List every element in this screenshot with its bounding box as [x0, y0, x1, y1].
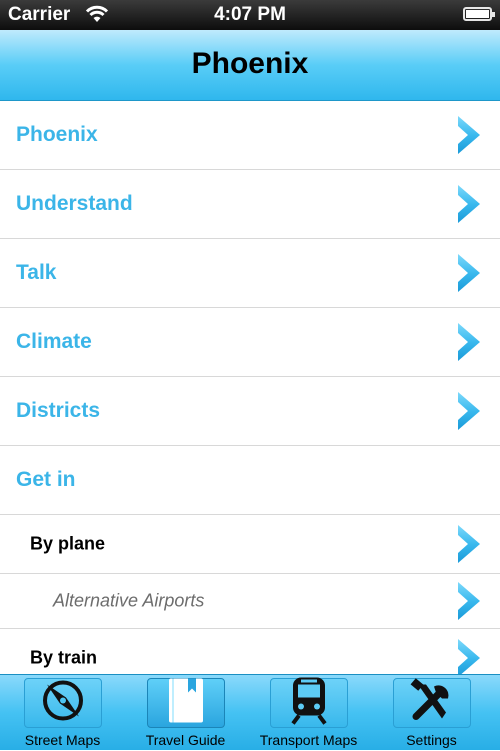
- tab-transport-maps[interactable]: Transport Maps: [246, 675, 371, 751]
- list-item[interactable]: Understand: [0, 170, 500, 239]
- tools-icon: [408, 677, 456, 730]
- table-of-contents-list[interactable]: Phoenix Understand Talk Climate Districts Get…: [0, 101, 500, 674]
- list-item[interactable]: Talk: [0, 239, 500, 308]
- chevron-right-icon[interactable]: [454, 183, 484, 225]
- list-item-label: Districts: [16, 399, 101, 422]
- list-item[interactable]: Alternative Airports: [0, 574, 500, 629]
- list-item[interactable]: By train: [0, 629, 500, 674]
- chevron-right-icon[interactable]: [454, 114, 484, 156]
- list-item-label: Talk: [16, 261, 57, 284]
- compass-icon: [39, 677, 87, 730]
- chevron-right-icon[interactable]: [454, 580, 484, 622]
- tab-icon-box: [147, 678, 225, 728]
- chevron-right-icon[interactable]: [454, 637, 484, 674]
- tab-label: Travel Guide: [145, 732, 226, 748]
- clock: 4:07 PM: [214, 4, 286, 25]
- status-bar: Carrier 4:07 PM: [0, 0, 500, 30]
- tab-settings[interactable]: Settings: [369, 675, 494, 751]
- list-item[interactable]: Climate: [0, 308, 500, 377]
- tab-icon-box: [24, 678, 102, 728]
- tab-label: Street Maps: [24, 732, 101, 748]
- list-item-label: By plane: [30, 533, 106, 554]
- list-item-label: Understand: [16, 192, 133, 215]
- tab-travel-guide[interactable]: Travel Guide: [123, 675, 248, 751]
- tab-label: Transport Maps: [259, 732, 358, 748]
- list-item-label: Climate: [16, 330, 92, 353]
- list-item-label: Alternative Airports: [53, 590, 205, 611]
- chevron-right-icon[interactable]: [454, 321, 484, 363]
- list-item-label: By train: [30, 647, 98, 668]
- tab-icon-box: [393, 678, 471, 728]
- list-item-label: Phoenix: [16, 123, 98, 146]
- battery-icon: [463, 7, 495, 21]
- chevron-right-icon[interactable]: [454, 252, 484, 294]
- list-item[interactable]: By plane: [0, 515, 500, 574]
- chevron-right-icon[interactable]: [454, 390, 484, 432]
- navigation-bar: Phoenix: [0, 30, 500, 101]
- list-item[interactable]: Districts: [0, 377, 500, 446]
- tab-icon-box: [270, 676, 348, 731]
- list-item-label: Get in: [16, 468, 76, 491]
- tab-label: Settings: [406, 732, 457, 748]
- chevron-right-icon[interactable]: [454, 523, 484, 565]
- list-item[interactable]: Phoenix: [0, 101, 500, 170]
- tab-street-maps[interactable]: Street Maps: [0, 675, 125, 751]
- page-title: Phoenix: [191, 47, 309, 80]
- list-item[interactable]: Get in: [0, 446, 500, 515]
- book-icon: [166, 677, 206, 730]
- tab-bar: Street Maps Travel Guide Transport Maps Set…: [0, 674, 500, 750]
- train-icon: [287, 676, 331, 731]
